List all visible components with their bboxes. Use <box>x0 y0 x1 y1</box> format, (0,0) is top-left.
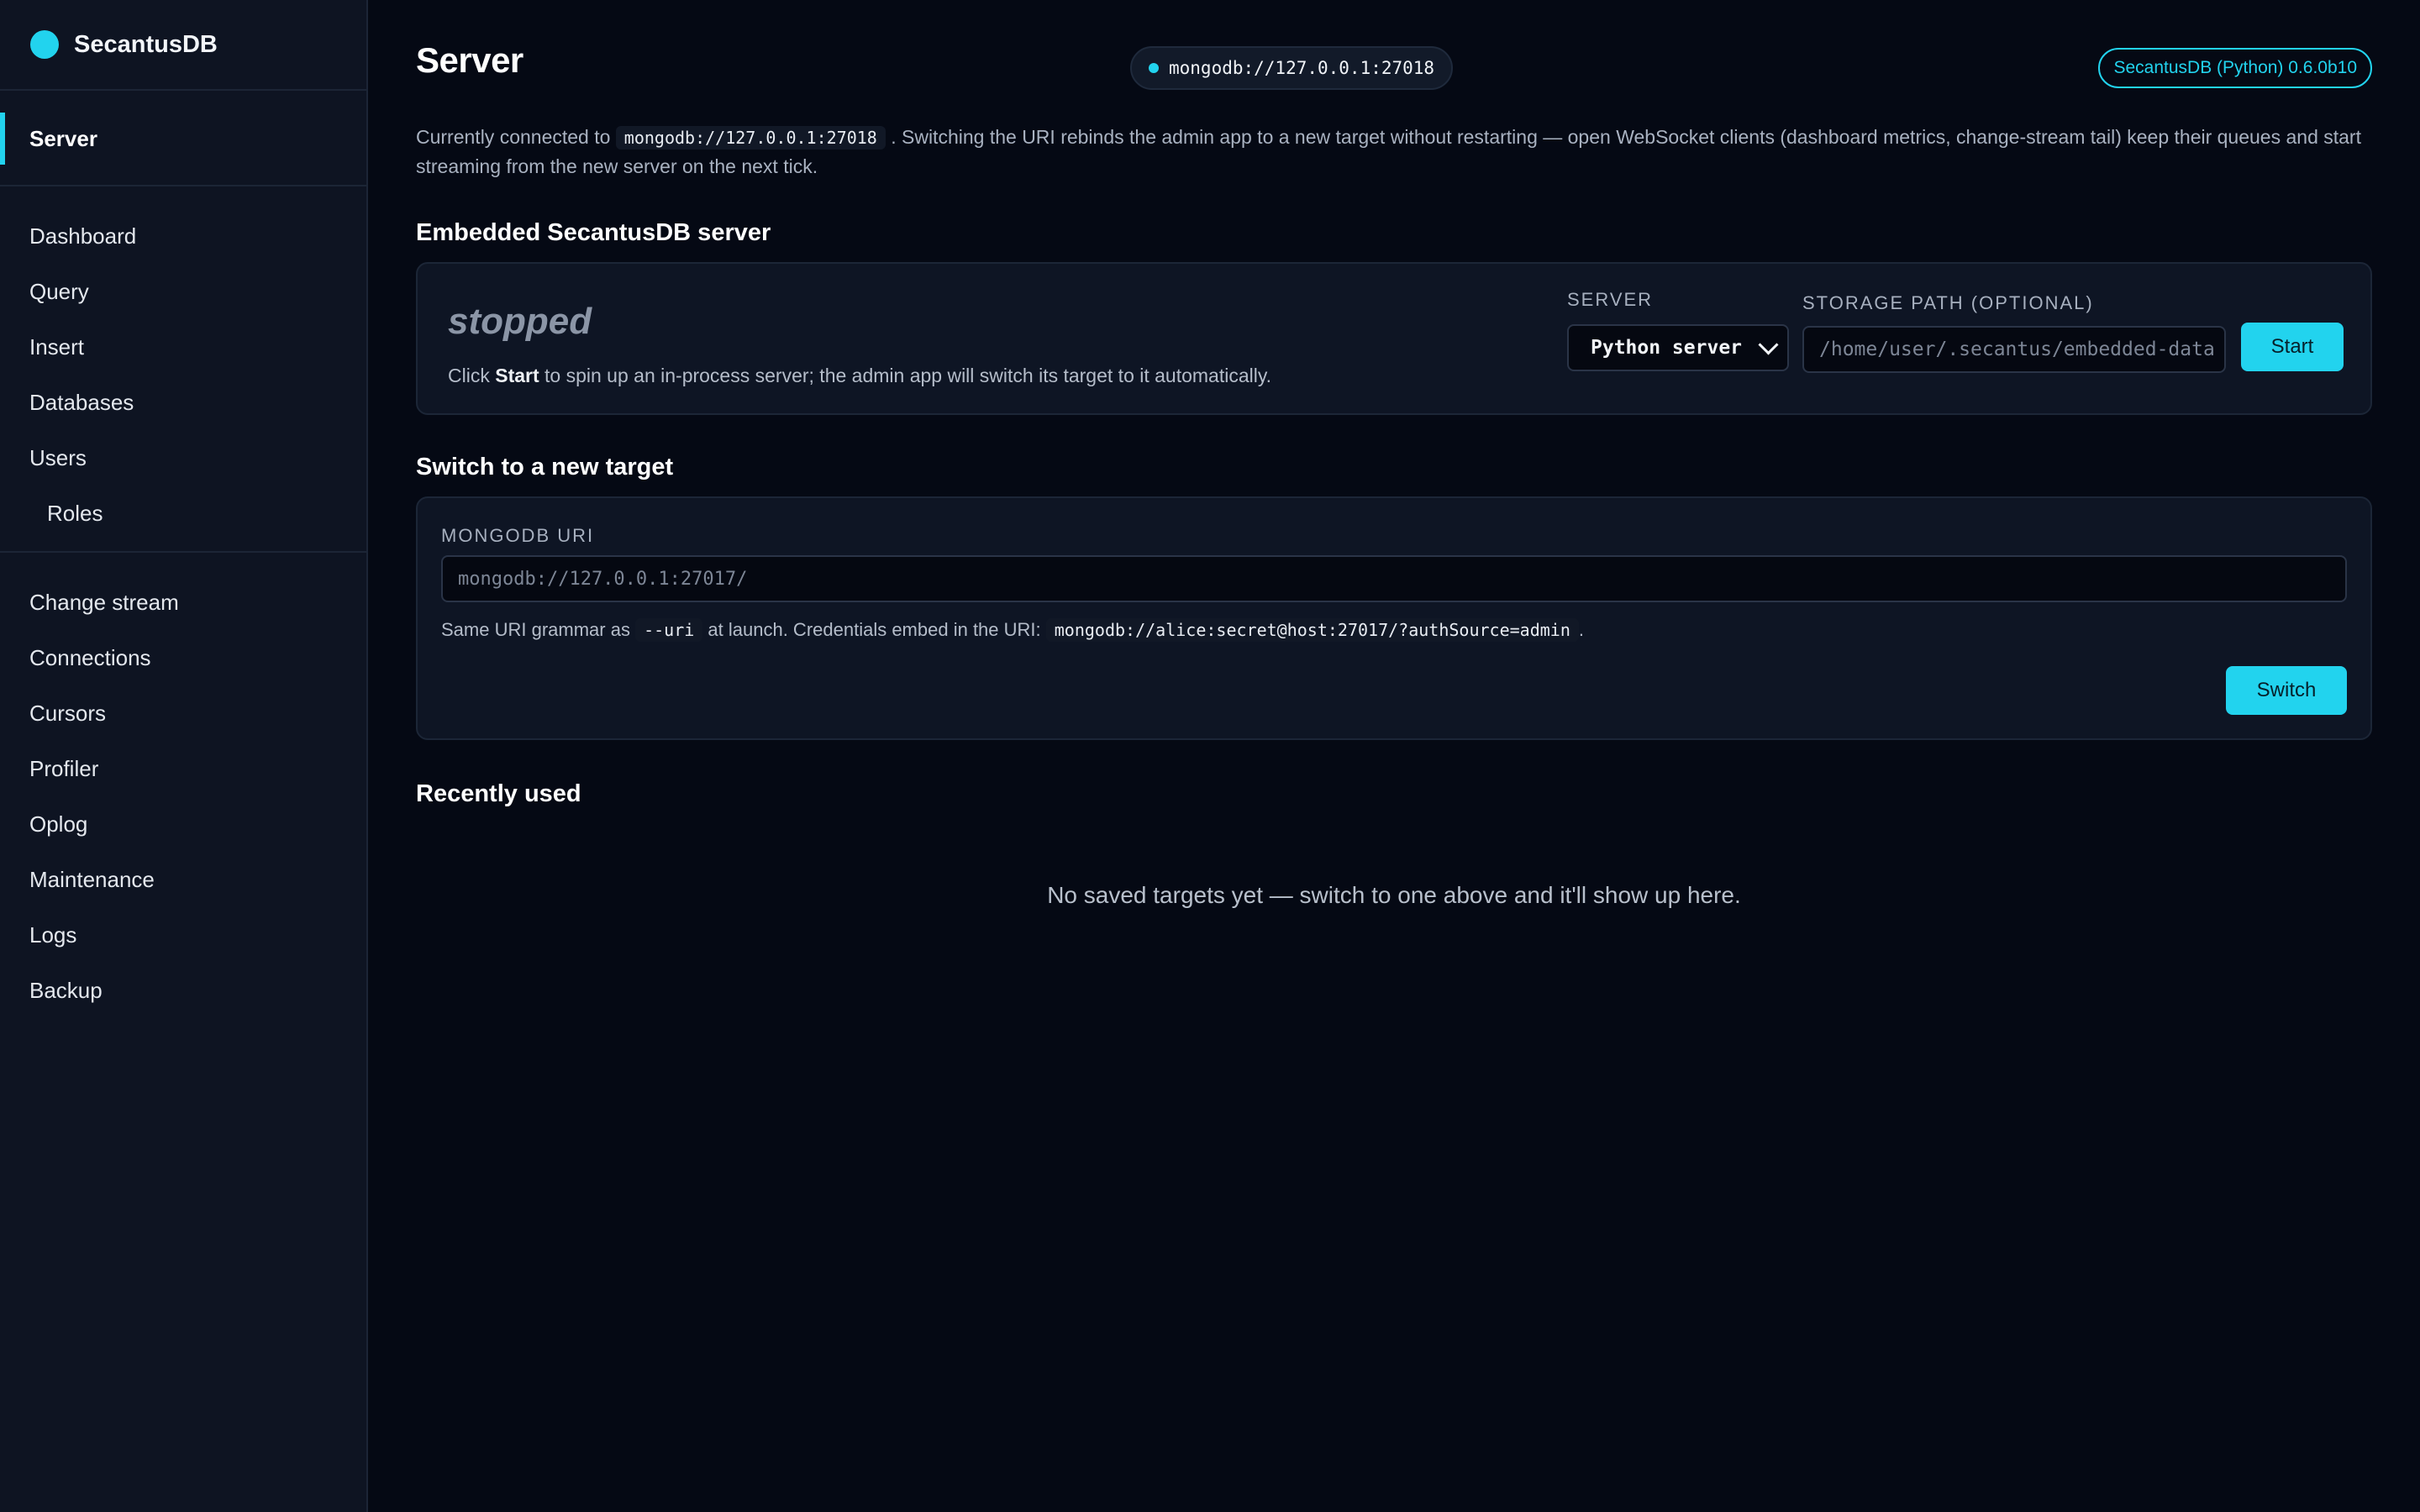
embedded-help-suffix: to spin up an in-process server; the adm… <box>544 365 1272 386</box>
brand: SecantusDB <box>0 0 366 91</box>
sidebar-item-insert[interactable]: Insert <box>0 319 366 375</box>
page-title: Server <box>416 40 523 80</box>
server-select[interactable]: Python server <box>1567 324 1789 371</box>
sidebar-item-users[interactable]: Users <box>0 430 366 486</box>
recent-section-title: Recently used <box>416 780 581 807</box>
sidebar-item-profiler[interactable]: Profiler <box>0 741 366 796</box>
embedded-help: Click Start to spin up an in-process ser… <box>448 365 1271 387</box>
sidebar: SecantusDB Server Dashboard Query Insert… <box>0 0 368 1512</box>
nav-group-ops: Change stream Connections Cursors Profil… <box>0 553 366 1032</box>
uri-help-example: mongodb://alice:secret@host:27017/?authS… <box>1045 618 1579 642</box>
chevron-down-icon <box>1758 333 1779 355</box>
uri-help-prefix: Same URI grammar as <box>441 619 630 640</box>
recent-empty-message: No saved targets yet — switch to one abo… <box>1047 882 1741 908</box>
sidebar-item-oplog[interactable]: Oplog <box>0 796 366 852</box>
storage-field-label: STORAGE PATH (OPTIONAL) <box>1802 292 2094 313</box>
uri-help-flag: --uri <box>635 618 703 642</box>
sidebar-item-change-stream[interactable]: Change stream <box>0 575 366 630</box>
storage-path-input[interactable]: /home/user/.secantus/embedded-data <box>1802 326 2226 373</box>
connection-pill: mongodb://127.0.0.1:27018 <box>1130 46 1454 90</box>
intro-prefix: Currently connected to <box>416 126 611 148</box>
sidebar-item-logs[interactable]: Logs <box>0 907 366 963</box>
server-select-value: Python server <box>1591 337 1743 359</box>
main-content: Server mongodb://127.0.0.1:27018 Secantu… <box>368 0 2420 1512</box>
uri-field-label: MONGODB URI <box>441 525 595 546</box>
embedded-help-bold: Start <box>495 365 539 386</box>
embedded-server-card: stopped Click Start to spin up an in-pro… <box>416 262 2372 415</box>
sidebar-item-roles[interactable]: Roles <box>0 486 366 541</box>
connection-uri: mongodb://127.0.0.1:27018 <box>1169 58 1435 78</box>
embedded-help-prefix: Click <box>448 365 490 386</box>
page-header: Server mongodb://127.0.0.1:27018 Secantu… <box>416 0 2372 124</box>
uri-input[interactable]: mongodb://127.0.0.1:27017/ <box>441 555 2347 602</box>
version-badge: SecantusDB (Python) 0.6.0b10 <box>2098 48 2372 88</box>
brand-logo-icon <box>30 30 59 59</box>
intro-text: Currently connected to mongodb://127.0.0… <box>416 123 2365 181</box>
uri-help: Same URI grammar as --uri at launch. Cre… <box>441 618 1584 642</box>
switch-section-title: Switch to a new target <box>416 454 674 480</box>
server-field-label: SERVER <box>1567 289 1654 310</box>
sidebar-item-cursors[interactable]: Cursors <box>0 685 366 741</box>
switch-button[interactable]: Switch <box>2226 666 2347 715</box>
sidebar-item-backup[interactable]: Backup <box>0 963 366 1018</box>
sidebar-item-server[interactable]: Server <box>0 113 366 165</box>
uri-help-suffix: . <box>1578 619 1584 640</box>
nav-group-primary: Server <box>0 113 366 186</box>
sidebar-item-maintenance[interactable]: Maintenance <box>0 852 366 907</box>
server-status: stopped <box>448 301 592 342</box>
brand-name: SecantusDB <box>74 30 218 58</box>
connection-status-icon <box>1149 63 1159 73</box>
sidebar-item-query[interactable]: Query <box>0 264 366 319</box>
app-root: SecantusDB Server Dashboard Query Insert… <box>0 0 2420 1512</box>
sidebar-item-dashboard[interactable]: Dashboard <box>0 208 366 264</box>
intro-uri: mongodb://127.0.0.1:27018 <box>615 126 886 150</box>
nav-group-data: Dashboard Query Insert Databases Users R… <box>0 186 366 553</box>
sidebar-item-databases[interactable]: Databases <box>0 375 366 430</box>
uri-help-middle: at launch. Credentials embed in the URI: <box>708 619 1041 640</box>
sidebar-item-connections[interactable]: Connections <box>0 630 366 685</box>
start-button[interactable]: Start <box>2241 323 2344 371</box>
switch-target-card: MONGODB URI mongodb://127.0.0.1:27017/ S… <box>416 496 2372 740</box>
embedded-section-title: Embedded SecantusDB server <box>416 219 771 246</box>
